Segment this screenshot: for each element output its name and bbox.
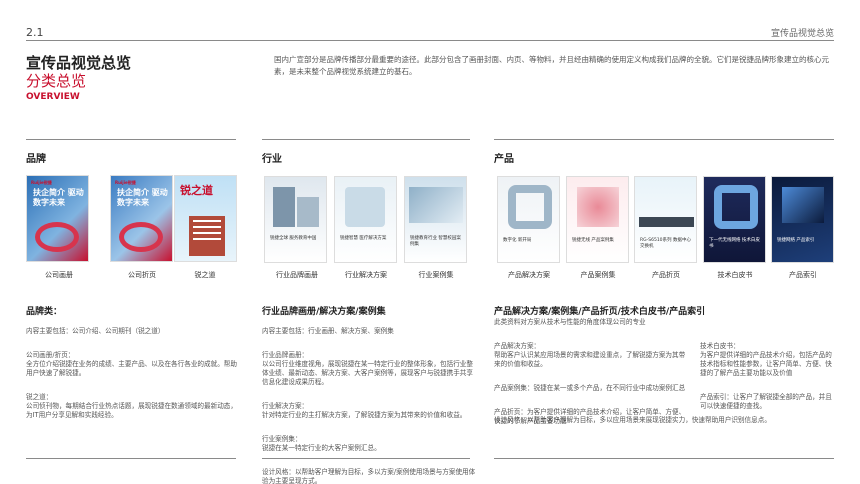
product-folder-cover[interactable]: RG-S6510系列 数据中心交换机	[634, 176, 697, 263]
desc-line: 内容主要包括：行业画册、解决方案、案例集	[262, 327, 394, 335]
whitepaper-cover[interactable]: 下一代无线网络 技术白皮书	[703, 176, 766, 263]
brand-caption-2: 公司折页	[128, 271, 156, 279]
desc-line: 设计风格：以帮助客户理解为目标，多以方案/案例使用场景与方案使用体验为主要呈现方…	[262, 468, 476, 484]
cover-text: 数字化 新开局	[503, 238, 532, 243]
desc-line: 行业案例集： 锐捷在某一特定行业的大客户案例汇总。	[262, 435, 381, 452]
switch-graphic	[639, 217, 694, 227]
brand-desc-title: 品牌类：	[26, 307, 63, 317]
desc-line: 内容主要包括：公司介绍、公司期刊（锐之道）	[26, 327, 165, 335]
industry-case-cover[interactable]: 锐捷教育行业 智慧校园案例集	[404, 176, 467, 263]
product-desc-title: 产品解决方案/案例集/产品折页/技术白皮书/产品索引	[494, 307, 706, 317]
building-graphic	[273, 187, 295, 227]
cover-text: 锐捷智慧 医疗解决方案	[340, 236, 387, 241]
product-caption-1: 产品解决方案	[508, 271, 550, 279]
r-graphic	[714, 185, 758, 229]
industry-rule	[262, 139, 470, 140]
top-rule	[26, 40, 834, 41]
desc-line: 产品案例集：锐捷在某一或多个产品，在不同行业中成功案例汇总	[494, 384, 686, 392]
brand-caption-1: 公司画册	[45, 271, 73, 279]
page-number: 2.1	[26, 26, 44, 39]
cover-text: 锐捷网络 产品索引	[777, 238, 815, 243]
industry-caption-1: 行业品牌画册	[276, 271, 318, 279]
product-heading: 产品	[494, 154, 514, 165]
cover-text: 锐之道	[180, 184, 213, 197]
journal-cover[interactable]: 锐之道	[174, 175, 237, 262]
folder-cover[interactable]: Ruijie锐捷 扶企简介 驱动数字未来	[110, 175, 173, 262]
desc-line: 产品索引：让客户了解锐捷全部的产品，并且可以快速便捷的查找。	[700, 393, 832, 410]
campus-graphic	[409, 187, 463, 223]
brand-heading: 品牌	[26, 154, 46, 165]
desc-line: 公司画册/折页： 全方位介绍锐捷在业务的成绩、主要产品、以及在各行各业的成就。帮…	[26, 351, 237, 377]
brand-rule	[26, 139, 236, 140]
industry-caption-2: 行业解决方案	[345, 271, 387, 279]
desc-line: 行业品牌画册： 以公司行业维度视角，展现锐捷在某一特定行业的整体形象，包括行业整…	[262, 351, 473, 386]
product-caption-3: 产品折页	[652, 271, 680, 279]
cover-text: RG-S6510系列 数据中心交换机	[640, 238, 691, 249]
desc-line: 产品解决方案： 帮助客户认识某应用场景的需求和建设重点，了解锐捷方案为其带来的价…	[494, 342, 686, 368]
index-cover[interactable]: 锐捷网络 产品索引	[771, 176, 834, 263]
brand-desc: 内容主要包括：公司介绍、公司期刊（锐之道） 公司画册/折页： 全方位介绍锐捷在业…	[26, 318, 242, 435]
product-caption-5: 产品索引	[789, 271, 817, 279]
cover-text: 扶企简介 驱动数字未来	[117, 188, 168, 207]
cover-text: 锐捷无线 产品案例集	[572, 238, 614, 243]
ring-graphic	[35, 222, 79, 252]
product-desc-footer: 设计风格：以帮助客户理解为目标，多以应用场景来展现锐捷实力，快速帮助用户识别信息…	[494, 416, 771, 424]
product-desc-intro: 此类资料对方案从技术与性能的角度体现公司的专业	[494, 318, 646, 326]
page-subtitle: 分类总览	[26, 72, 87, 90]
product-caption-4: 技术白皮书	[717, 271, 753, 279]
industry-solution-cover[interactable]: 锐捷智慧 医疗解决方案	[334, 176, 397, 263]
breadcrumb: 宣传品视觉总览	[770, 29, 834, 39]
industry-heading: 行业	[262, 154, 282, 165]
product-bottom-rule	[494, 458, 834, 459]
ring-graphic	[119, 222, 163, 252]
industry-desc: 内容主要包括：行业画册、解决方案、案例集 行业品牌画册： 以公司行业维度视角，展…	[262, 318, 476, 484]
brochure-cover[interactable]: Ruijie锐捷 扶企简介 驱动数字未来	[26, 175, 89, 262]
cover-text: 下一代无线网络 技术白皮书	[709, 238, 760, 249]
tech-graphic	[782, 187, 824, 223]
page-subtitle-en: OVERVIEW	[26, 92, 80, 102]
product-solution-cover[interactable]: 数字化 新开局	[497, 176, 560, 263]
cover-text: 锐捷教育行业 智慧校园案例集	[410, 236, 461, 247]
security-graphic	[577, 187, 619, 227]
r-graphic	[508, 185, 552, 229]
cover-text: 锐捷全球 服务教育中国	[270, 236, 317, 241]
brand-bottom-rule	[26, 458, 236, 459]
desc-line: 锐之道： 公司侦刊物，每期结合行业热点话题，展现锐捷在数通领域的最新动态，为IT…	[26, 393, 237, 419]
cover-text: 扶企简介 驱动数字未来	[33, 188, 84, 207]
product-case-cover[interactable]: 锐捷无线 产品案例集	[566, 176, 629, 263]
medical-graphic	[345, 187, 385, 227]
industry-brochure-cover[interactable]: 锐捷全球 服务教育中国	[264, 176, 327, 263]
building-graphic	[189, 216, 225, 256]
product-rule	[494, 139, 834, 140]
intro-paragraph: 国内广宣部分是品牌传播部分最重要的途径。此部分包含了画册封面、内页、等物料，并且…	[274, 55, 829, 76]
desc-line: 技术白皮书： 为客户提供详细的产品技术介绍，包括产品的技术指标和性能参数，让客户…	[700, 342, 832, 377]
product-desc-right: 技术白皮书： 为客户提供详细的产品技术介绍，包括产品的技术指标和性能参数，让客户…	[700, 333, 834, 426]
brand-caption-3: 锐之道	[194, 271, 216, 279]
product-caption-2: 产品案例集	[580, 271, 616, 279]
desc-line: 行业解决方案： 针对特定行业的主打解决方案，了解锐捷方案为其带来的价值和收益。	[262, 402, 467, 419]
industry-desc-title: 行业品牌画册/解决方案/案例集	[262, 307, 386, 317]
industry-bottom-rule	[262, 458, 470, 459]
industry-caption-3: 行业案例集	[418, 271, 454, 279]
